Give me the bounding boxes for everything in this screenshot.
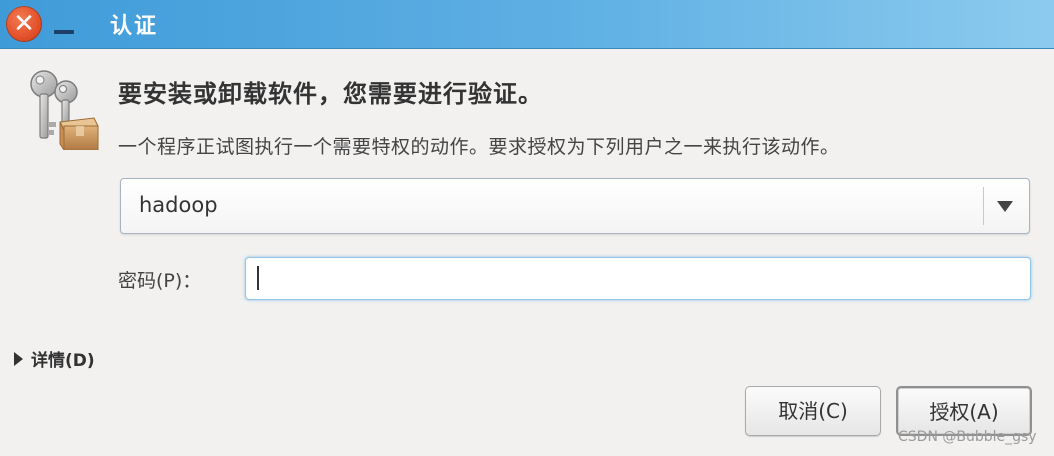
dialog-heading: 要安装或卸载软件，您需要进行验证。 bbox=[118, 80, 543, 108]
details-label: 详情(D) bbox=[31, 351, 95, 371]
text-cursor bbox=[257, 266, 259, 290]
user-select-value: hadoop bbox=[139, 193, 218, 217]
title-bar: ✕ 认证 bbox=[0, 0, 1054, 49]
dialog-message: 一个程序正试图执行一个需要特权的动作。要求授权为下列用户之一来执行该动作。 bbox=[118, 136, 840, 158]
details-expander[interactable]: 详情(D) bbox=[14, 346, 95, 371]
minimize-icon[interactable] bbox=[54, 12, 76, 36]
password-input[interactable] bbox=[245, 257, 1031, 300]
keys-package-icon bbox=[30, 70, 99, 150]
dropdown-separator bbox=[983, 187, 984, 225]
watermark: CSDN @Bubble_gsy bbox=[898, 429, 1037, 445]
window-title: 认证 bbox=[110, 14, 159, 39]
password-label: 密码(P)： bbox=[118, 270, 202, 292]
expander-triangle-icon bbox=[14, 351, 23, 366]
chevron-down-icon[interactable] bbox=[997, 201, 1013, 212]
close-icon[interactable]: ✕ bbox=[6, 6, 42, 42]
user-select-dropdown[interactable]: hadoop bbox=[120, 178, 1030, 234]
cancel-button[interactable]: 取消(C) bbox=[745, 386, 881, 436]
